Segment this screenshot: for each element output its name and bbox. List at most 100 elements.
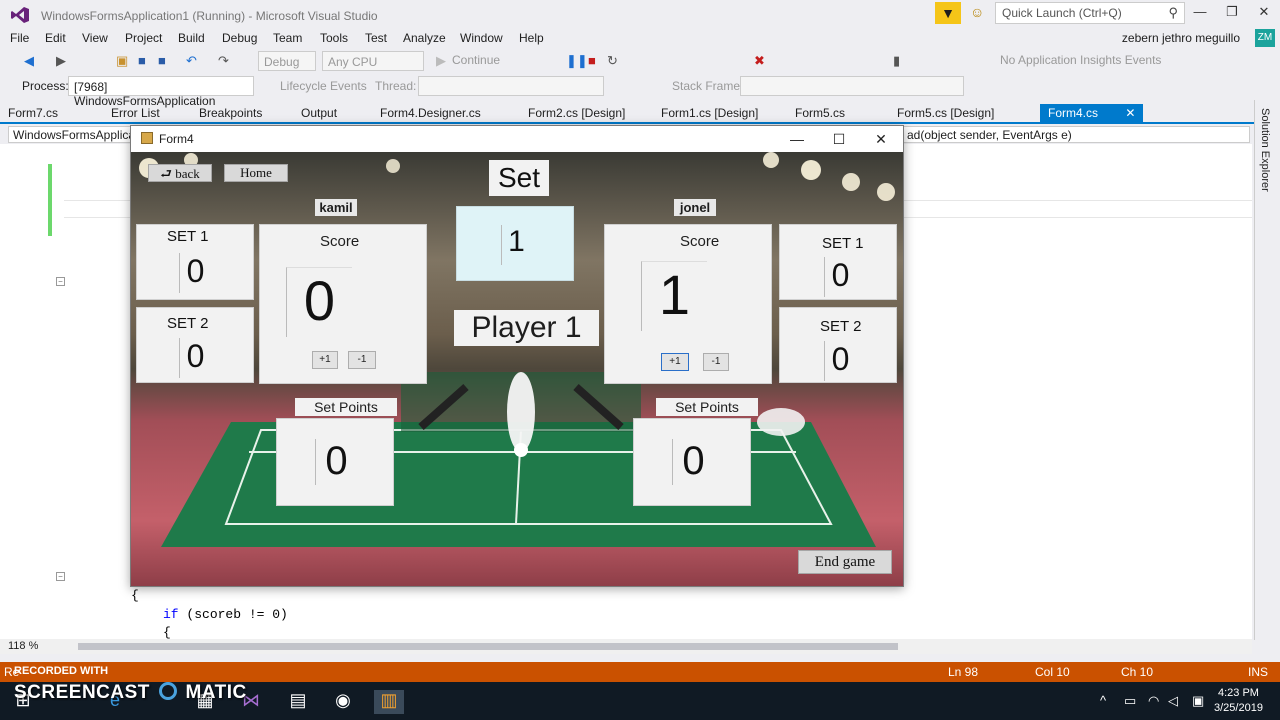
left-plus-one-button[interactable]: +1 [312, 351, 338, 369]
continue-button[interactable]: Continue [452, 53, 500, 67]
process-select[interactable]: [7968] WindowsFormsApplication [68, 76, 254, 108]
save-icon[interactable]: ■ [138, 53, 146, 68]
outline-collapse-icon[interactable]: − [56, 277, 65, 286]
quick-launch-input[interactable]: Quick Launch (Ctrl+Q) ⚲ [995, 2, 1185, 24]
stop-icon[interactable]: ■ [588, 53, 596, 68]
tab-breakpoints[interactable]: Breakpoints [199, 106, 262, 120]
right-score-label: Score [680, 233, 720, 250]
quick-launch-placeholder: Quick Launch (Ctrl+Q) [1002, 6, 1122, 20]
scrollbar-thumb[interactable] [78, 643, 898, 650]
menu-file[interactable]: File [10, 31, 29, 45]
tab-form2-design[interactable]: Form2.cs [Design] [528, 106, 625, 120]
left-set2-panel: SET 2 0 [136, 307, 254, 383]
breakpoints-icon[interactable]: ✖ [754, 53, 765, 69]
form-minimize-button[interactable]: — [777, 128, 817, 150]
form4-title-bar[interactable]: Form4 — ☐ ✕ [131, 126, 903, 152]
right-set2-label: SET 2 [820, 318, 862, 335]
menu-test[interactable]: Test [365, 31, 387, 45]
battery-icon[interactable]: ▭ [1124, 693, 1136, 709]
tab-error-list[interactable]: Error List [111, 106, 160, 120]
tab-form4-designer-cs[interactable]: Form4.Designer.cs [380, 106, 481, 120]
change-tracking-bar [48, 164, 52, 236]
project-nav-select[interactable]: WindowsFormsApplication1 [8, 126, 136, 143]
tab-form5-cs[interactable]: Form5.cs [795, 106, 845, 120]
home-button[interactable]: Home [224, 164, 288, 182]
open-folder-icon[interactable]: ▣ [116, 53, 128, 69]
user-avatar[interactable]: ZM [1255, 29, 1275, 47]
tab-output[interactable]: Output [301, 106, 337, 120]
bookmark-icon[interactable]: ▮ [893, 53, 900, 69]
left-set-points-label: Set Points [295, 398, 397, 416]
member-nav-select[interactable]: ad(object sender, EventArgs e) [902, 126, 1250, 143]
action-center-icon[interactable]: ▣ [1192, 693, 1204, 709]
menu-team[interactable]: Team [273, 31, 302, 45]
tab-form4-cs[interactable]: Form4.cs ✕ [1040, 104, 1144, 123]
insights-label[interactable]: No Application Insights Events [1000, 53, 1161, 67]
close-tab-icon[interactable]: ✕ [1125, 106, 1135, 120]
vs-title-bar: WindowsFormsApplication1 (Running) - Mic… [0, 0, 1280, 30]
forward-nav-icon[interactable]: ▶ [56, 53, 66, 69]
menu-edit[interactable]: Edit [45, 31, 66, 45]
lifecycle-events-label[interactable]: Lifecycle Events [280, 79, 367, 93]
feedback-smiley-icon[interactable]: ☺ [970, 4, 984, 20]
tray-chevron-icon[interactable]: ^ [1100, 693, 1106, 708]
undo-icon[interactable]: ↶ [186, 53, 197, 69]
menu-project[interactable]: Project [125, 31, 162, 45]
document-tab-bar: Form7.cs Error List Breakpoints Output F… [0, 104, 1280, 124]
pause-icon[interactable]: ❚❚ [566, 53, 588, 69]
notification-filter-icon[interactable]: ▼ [935, 2, 961, 24]
taskbar-clock[interactable]: 4:23 PM 3/25/2019 [1214, 686, 1263, 716]
search-icon: ⚲ [1168, 5, 1178, 20]
back-nav-icon[interactable]: ◀ [24, 53, 34, 69]
solution-explorer-tab[interactable]: Solution Explorer [1254, 100, 1280, 640]
watermark-circle-icon [158, 682, 177, 700]
form-maximize-button[interactable]: ☐ [819, 128, 859, 150]
tab-form7-cs[interactable]: Form7.cs [8, 106, 58, 120]
code-line: { [163, 625, 171, 640]
menu-bar: File Edit View Project Build Debug Team … [0, 28, 1280, 48]
stack-frame-select[interactable] [740, 76, 964, 96]
thread-select[interactable] [418, 76, 604, 96]
menu-build[interactable]: Build [178, 31, 205, 45]
left-minus-one-button[interactable]: -1 [348, 351, 376, 369]
user-name[interactable]: zebern jethro meguillo [1122, 31, 1240, 45]
editor-horizontal-scrollbar[interactable]: 118 % [0, 639, 1252, 654]
set-number: 1 [501, 225, 531, 265]
volume-icon[interactable]: ◁ [1168, 693, 1178, 709]
process-label: Process: [22, 79, 69, 93]
menu-window[interactable]: Window [460, 31, 503, 45]
tab-form5-design[interactable]: Form5.cs [Design] [897, 106, 994, 120]
menu-help[interactable]: Help [519, 31, 544, 45]
end-game-button[interactable]: End game [798, 550, 892, 574]
menu-debug[interactable]: Debug [222, 31, 257, 45]
zoom-level-select[interactable]: 118 % [8, 640, 38, 652]
status-column: Col 10 [1035, 665, 1070, 679]
close-button[interactable]: ✕ [1249, 4, 1279, 24]
outline-collapse-icon[interactable]: − [56, 572, 65, 581]
media-taskbar-icon[interactable]: ▤ [283, 690, 313, 714]
restore-button[interactable]: ❐ [1217, 4, 1247, 24]
left-player-name: kamil [315, 199, 357, 216]
screencast-taskbar-icon[interactable]: ◉ [328, 690, 358, 714]
right-minus-one-button[interactable]: -1 [703, 353, 729, 371]
configuration-select[interactable]: Debug [258, 51, 316, 71]
redo-icon[interactable]: ↷ [218, 53, 229, 69]
menu-tools[interactable]: Tools [320, 31, 348, 45]
tab-form1-design[interactable]: Form1.cs [Design] [661, 106, 758, 120]
platform-select[interactable]: Any CPU [322, 51, 424, 71]
right-set-points-value: 0 [672, 439, 714, 485]
form-close-button[interactable]: ✕ [861, 128, 901, 150]
left-set2-label: SET 2 [167, 315, 209, 332]
form-app-taskbar-icon[interactable]: ▥ [374, 690, 404, 714]
restart-icon[interactable]: ↻ [607, 53, 618, 69]
code-keyword: if [163, 607, 179, 622]
save-all-icon[interactable]: ■ [158, 53, 166, 68]
minimize-button[interactable]: — [1185, 4, 1215, 24]
wifi-icon[interactable]: ◠ [1148, 693, 1159, 709]
menu-view[interactable]: View [82, 31, 108, 45]
tab-form4-cs-label: Form4.cs [1048, 106, 1099, 120]
right-plus-one-button[interactable]: +1 [661, 353, 689, 371]
back-button[interactable]: ⮐ back [148, 164, 212, 182]
watermark-brand-suffix: MATIC [185, 682, 247, 703]
menu-analyze[interactable]: Analyze [403, 31, 446, 45]
